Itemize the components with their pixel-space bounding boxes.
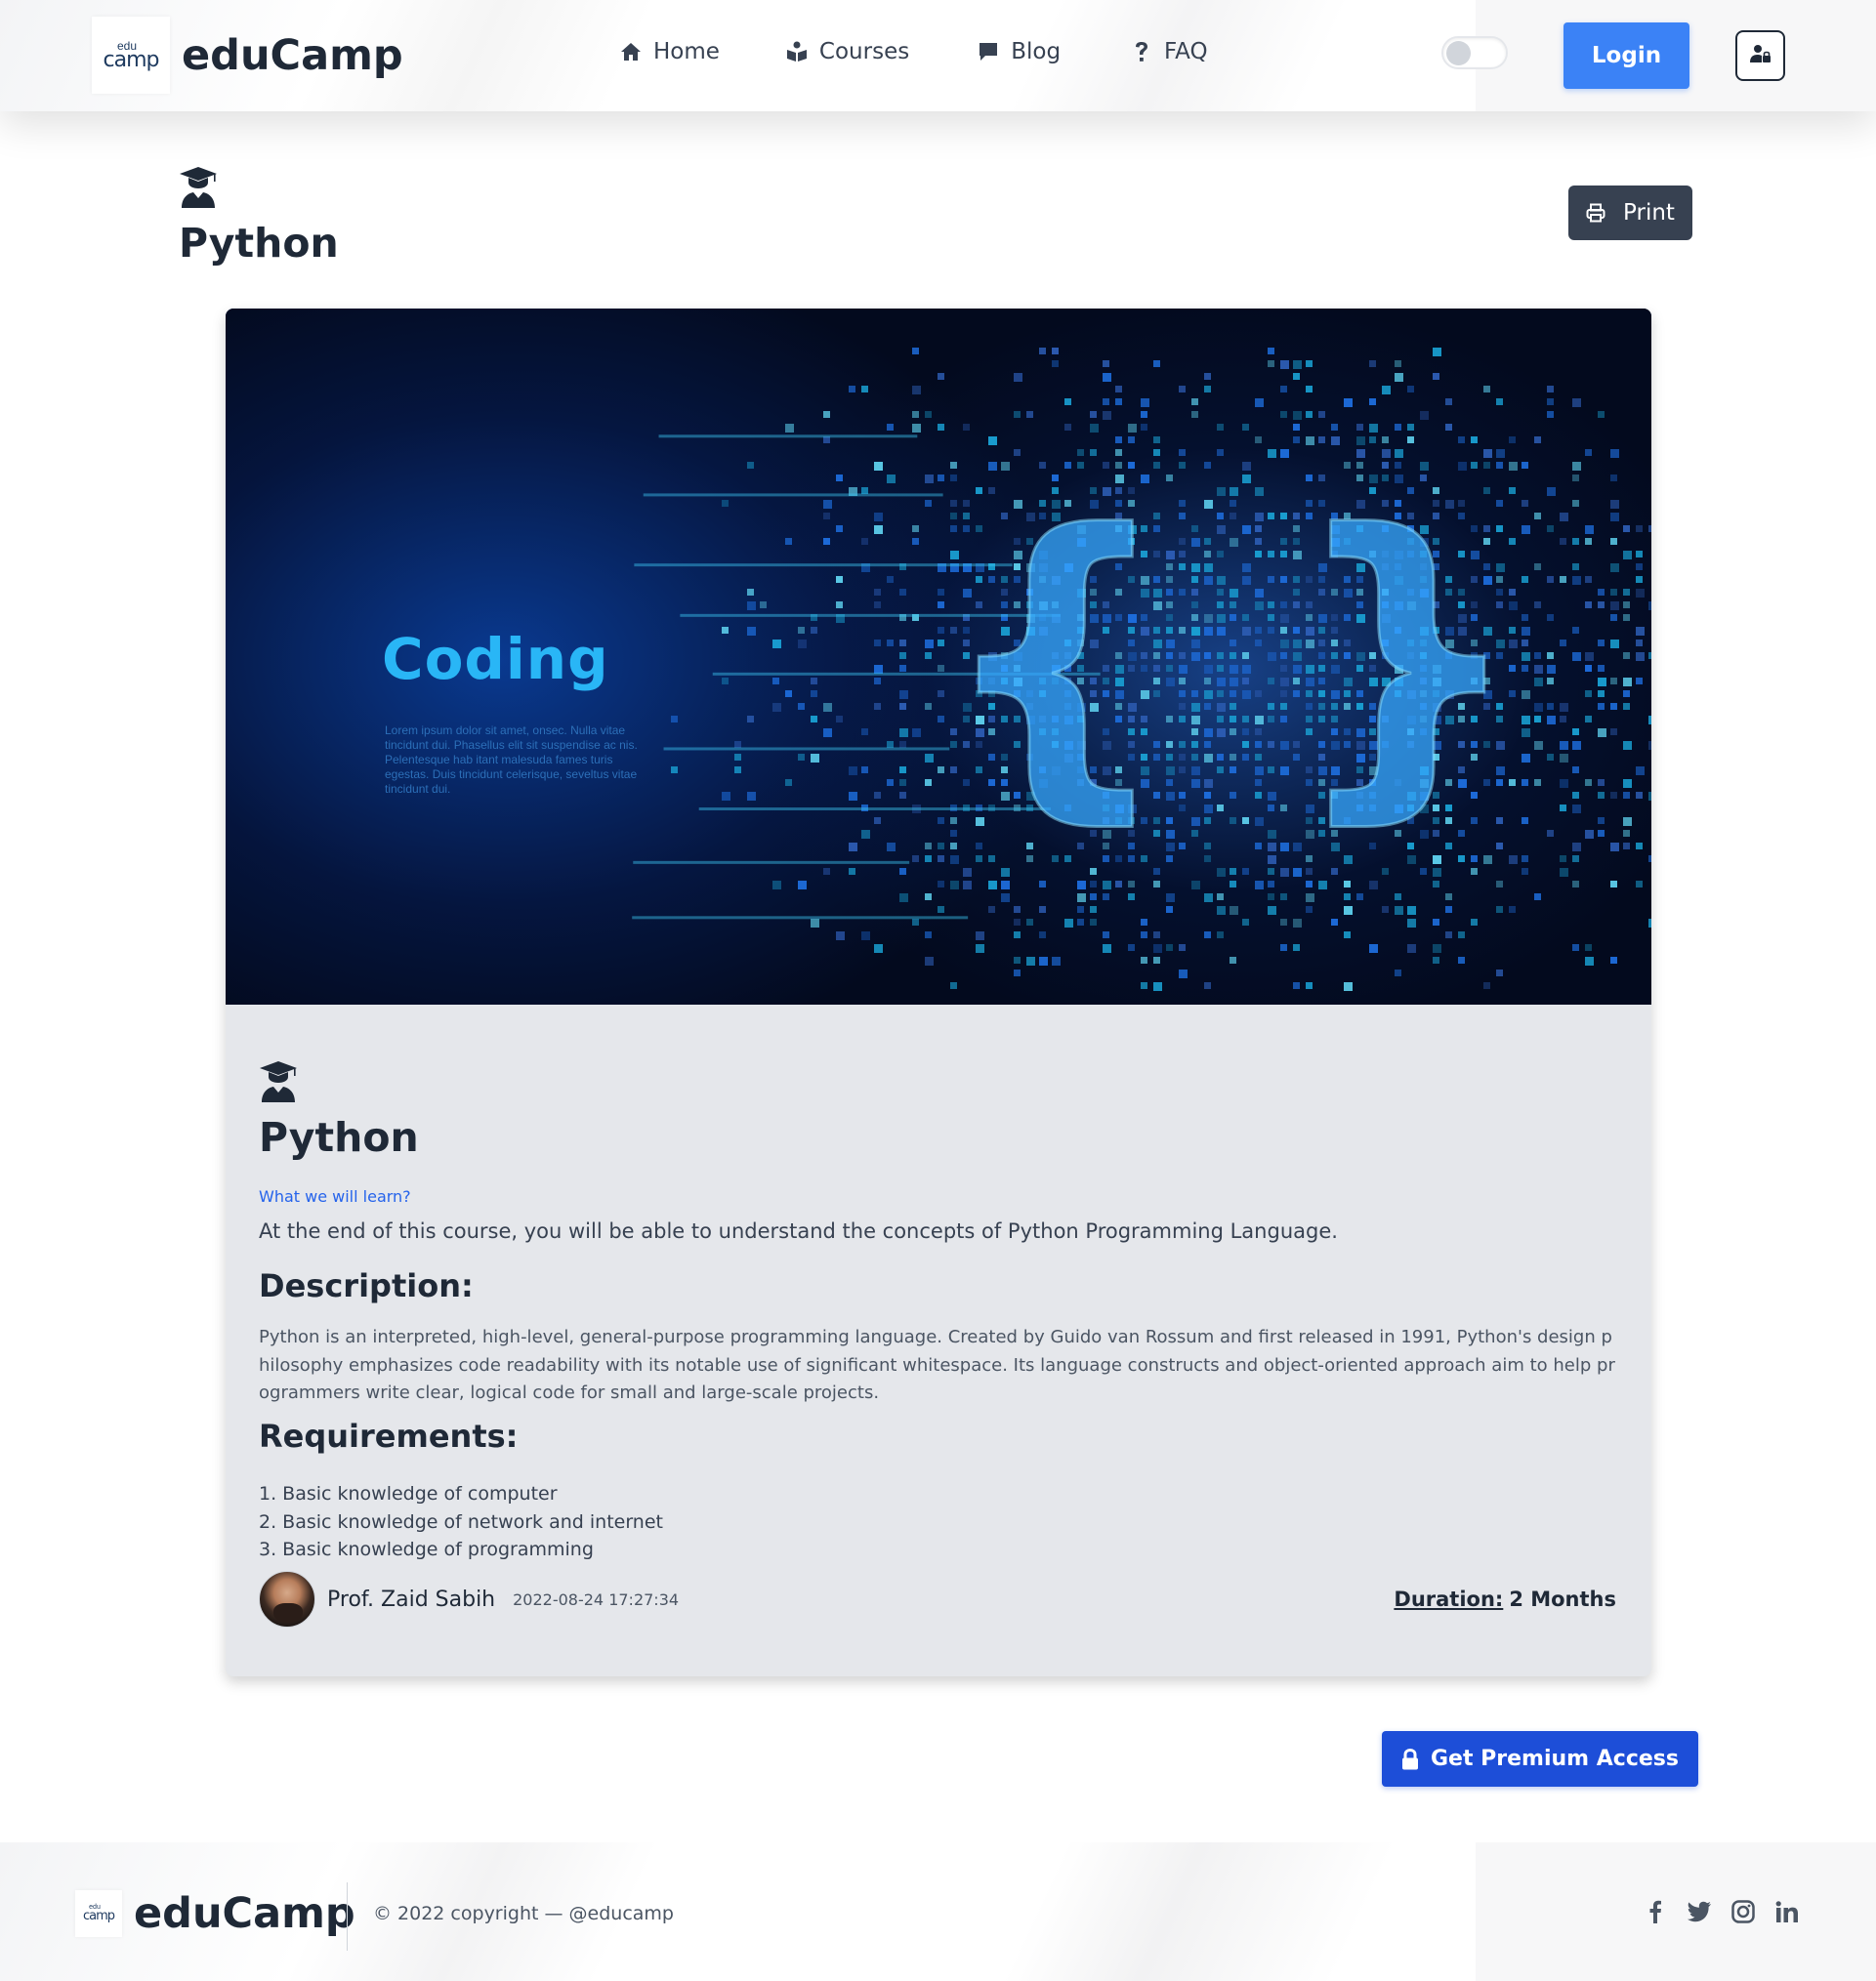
home-icon bbox=[620, 41, 642, 62]
top-navbar: edu camp eduCamp Home Courses Blog FAQ L… bbox=[0, 0, 1876, 111]
brand-logo: edu camp bbox=[92, 17, 170, 94]
question-icon bbox=[1131, 41, 1152, 62]
page-heading: Python bbox=[179, 166, 339, 267]
copyright-text: © 2022 copyright — @educamp bbox=[373, 1903, 674, 1924]
requirement-item: 3. Basic knowledge of programming bbox=[259, 1539, 594, 1560]
learn-label: What we will learn? bbox=[259, 1187, 411, 1206]
hero-braces-glyph: { } bbox=[938, 465, 1525, 851]
premium-label: Get Premium Access bbox=[1431, 1747, 1679, 1771]
course-card: { } Coding Lorem ipsum dolor sit amet, o… bbox=[226, 309, 1651, 1676]
footer-divider bbox=[347, 1882, 348, 1951]
course-image: { } Coding Lorem ipsum dolor sit amet, o… bbox=[226, 309, 1651, 1005]
graduate-icon bbox=[259, 1060, 1626, 1108]
course-title: Python bbox=[259, 1114, 419, 1161]
nav-faq-label: FAQ bbox=[1164, 39, 1208, 64]
footer-logo: edu camp bbox=[75, 1890, 122, 1937]
nav-home-label: Home bbox=[653, 39, 720, 64]
nav-blog[interactable]: Blog bbox=[978, 39, 1061, 64]
post-date: 2022-08-24 17:27:34 bbox=[513, 1589, 680, 1609]
print-label: Print bbox=[1623, 200, 1675, 226]
footer: edu camp eduCamp © 2022 copyright — @edu… bbox=[0, 1842, 1876, 1981]
lock-icon bbox=[1401, 1748, 1419, 1770]
requirements-list: 1. Basic knowledge of computer 2. Basic … bbox=[259, 1480, 663, 1564]
social-links bbox=[1641, 1897, 1816, 1926]
nav-courses-label: Courses bbox=[818, 39, 910, 64]
author-row: Prof. Zaid Sabih 2022-08-24 17:27:34 Dur… bbox=[259, 1570, 1616, 1629]
description-text: Python is an interpreted, high-level, ge… bbox=[259, 1327, 1615, 1403]
page-title: Python bbox=[179, 220, 339, 267]
nav-blog-label: Blog bbox=[1011, 39, 1062, 64]
nav-courses[interactable]: Courses bbox=[786, 39, 909, 64]
duration-label: Duration: bbox=[1394, 1588, 1504, 1611]
requirement-item: 1. Basic knowledge of computer bbox=[259, 1483, 558, 1505]
footer-brand-name: eduCamp bbox=[134, 1889, 355, 1938]
login-button[interactable]: Login bbox=[1563, 22, 1689, 89]
facebook-icon[interactable] bbox=[1641, 1897, 1670, 1926]
user-lock-icon bbox=[1749, 44, 1772, 68]
avatar bbox=[259, 1571, 315, 1628]
user-button[interactable] bbox=[1735, 30, 1785, 81]
description-heading: Description: bbox=[259, 1267, 474, 1304]
print-icon bbox=[1586, 203, 1605, 223]
linkedin-icon[interactable] bbox=[1772, 1897, 1802, 1926]
graduate-icon bbox=[179, 166, 339, 214]
print-button[interactable]: Print bbox=[1568, 186, 1692, 240]
nav-faq[interactable]: FAQ bbox=[1131, 39, 1208, 64]
theme-toggle[interactable] bbox=[1441, 36, 1508, 69]
comment-icon bbox=[978, 41, 999, 62]
requirement-item: 2. Basic knowledge of network and intern… bbox=[259, 1510, 663, 1533]
requirements-heading: Requirements: bbox=[259, 1418, 519, 1455]
duration-value: 2 Months bbox=[1509, 1588, 1616, 1611]
logo-camp-text: camp bbox=[82, 1909, 115, 1923]
hero-lorem-text: Lorem ipsum dolor sit amet, onsec. Nulla… bbox=[385, 723, 638, 796]
duration: Duration: 2 Months bbox=[1394, 1588, 1616, 1611]
twitter-icon[interactable] bbox=[1685, 1897, 1714, 1926]
courses-icon bbox=[786, 41, 808, 62]
hero-coding-text: Coding bbox=[382, 626, 609, 692]
learn-text: At the end of this course, you will be a… bbox=[259, 1219, 1338, 1243]
footer-brand[interactable]: edu camp eduCamp bbox=[75, 1889, 355, 1938]
logo-camp-text: camp bbox=[103, 47, 160, 72]
main-nav: Home Courses Blog FAQ bbox=[620, 39, 1274, 64]
course-details: Python What we will learn? At the end of… bbox=[259, 1060, 1626, 1628]
nav-home[interactable]: Home bbox=[620, 39, 720, 64]
brand[interactable]: edu camp eduCamp bbox=[92, 17, 403, 94]
instagram-icon[interactable] bbox=[1729, 1897, 1758, 1926]
get-premium-button[interactable]: Get Premium Access bbox=[1382, 1731, 1698, 1787]
brand-name: eduCamp bbox=[182, 30, 403, 80]
theme-toggle-knob bbox=[1446, 41, 1471, 65]
author-name: Prof. Zaid Sabih bbox=[327, 1587, 496, 1612]
